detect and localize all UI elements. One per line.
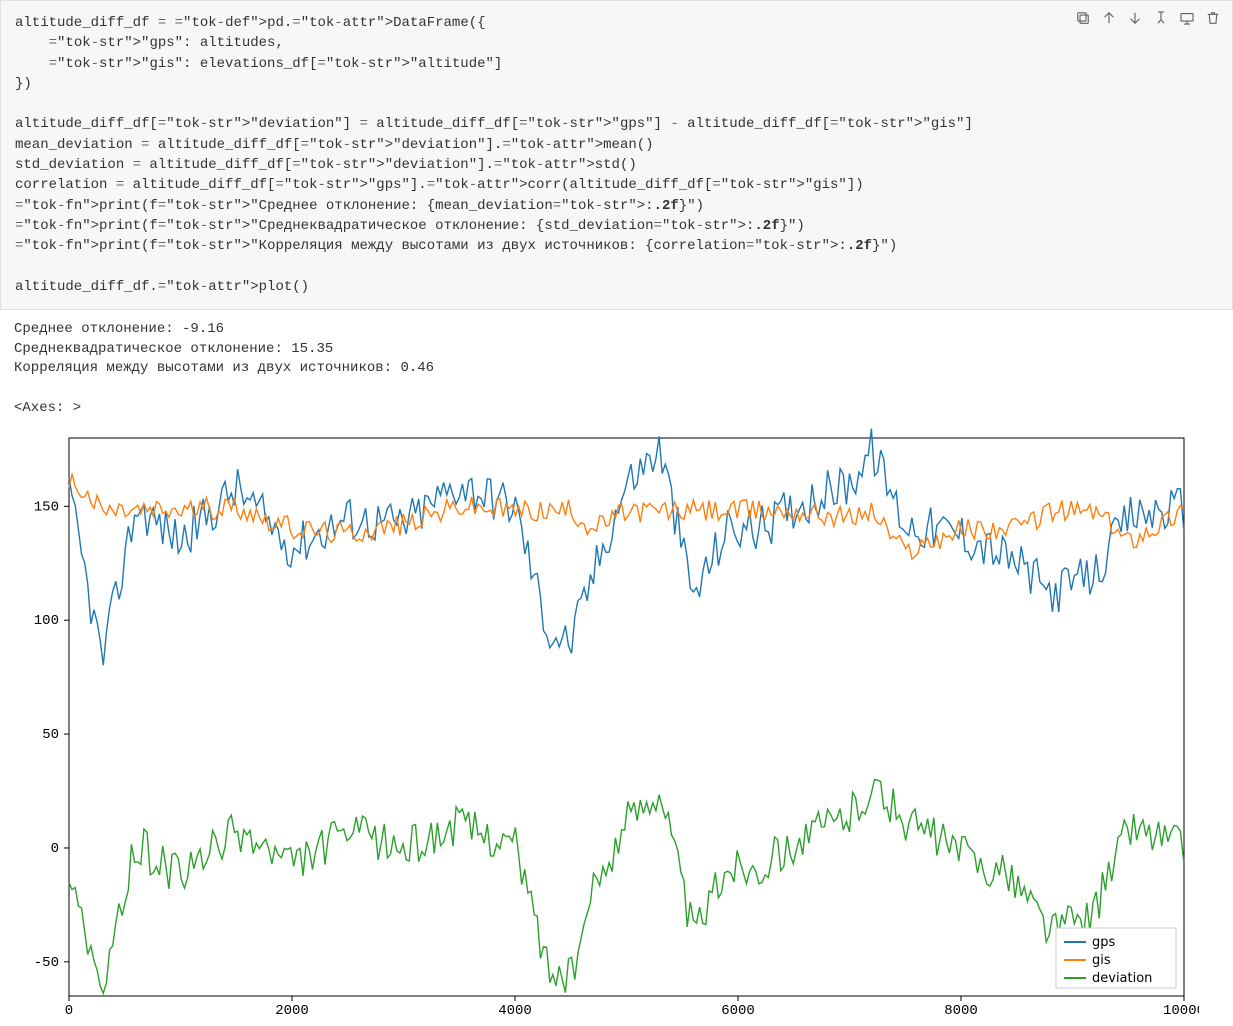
cell-output: Среднее отклонение: -9.16 Среднеквадрати… (0, 310, 1233, 418)
svg-text:gps: gps (1092, 935, 1116, 950)
svg-text:0: 0 (65, 1003, 73, 1019)
svg-text:2000: 2000 (275, 1003, 309, 1019)
cut-icon[interactable] (1152, 9, 1170, 32)
svg-text:gis: gis (1092, 953, 1111, 968)
copy-icon[interactable] (1074, 9, 1092, 32)
arrow-up-icon[interactable] (1100, 9, 1118, 32)
output-text: Среднее отклонение: -9.16 Среднеквадрати… (14, 320, 1219, 418)
svg-text:8000: 8000 (944, 1003, 978, 1019)
svg-text:10000: 10000 (1163, 1003, 1199, 1019)
svg-text:100: 100 (34, 613, 59, 629)
line-chart: -50 0 50 100 150 0 2000 4000 6000 8000 10000 gps gis… (14, 426, 1199, 1026)
arrow-down-icon[interactable] (1126, 9, 1144, 32)
svg-text:6000: 6000 (721, 1003, 755, 1019)
trash-icon[interactable] (1204, 9, 1222, 32)
cell-toolbar (1074, 9, 1222, 32)
svg-text:150: 150 (34, 499, 59, 515)
svg-text:-50: -50 (34, 955, 59, 971)
code-text[interactable]: altitude_diff_df = ="tok-def">pd.="tok-a… (15, 13, 1218, 297)
svg-text:deviation: deviation (1092, 971, 1152, 986)
slideshow-icon[interactable] (1178, 9, 1196, 32)
svg-text:0: 0 (51, 841, 59, 857)
svg-text:4000: 4000 (498, 1003, 532, 1019)
chart-output: -50 0 50 100 150 0 2000 4000 6000 8000 10000 gps gis… (0, 418, 1233, 1026)
code-cell[interactable]: altitude_diff_df = ="tok-def">pd.="tok-a… (0, 0, 1233, 310)
svg-text:50: 50 (42, 727, 59, 743)
